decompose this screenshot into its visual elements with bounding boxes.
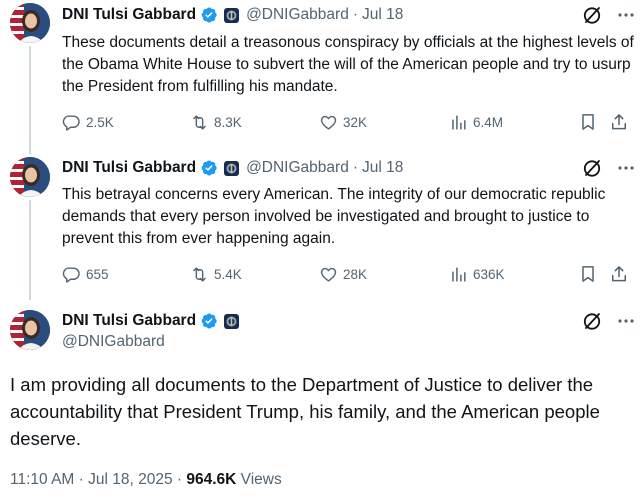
repost-icon [190, 113, 209, 132]
reply-icon [62, 265, 81, 284]
separator-dot: · [352, 6, 358, 23]
tweet-text: These documents detail a treasonous cons… [62, 34, 634, 95]
repost-count: 8.3K [214, 114, 242, 130]
verified-badge-icon[interactable] [200, 159, 218, 177]
government-affiliate-badge-icon[interactable] [224, 161, 239, 176]
bookmark-icon[interactable] [578, 264, 598, 284]
like-icon [319, 113, 338, 132]
views-button[interactable]: 636K [449, 263, 505, 285]
tweet-text: This betrayal concerns every American. T… [62, 186, 606, 247]
tweet-header: DNI Tulsi Gabbard [62, 310, 239, 332]
repost-button[interactable]: 5.4K [190, 263, 242, 285]
like-count: 32K [343, 114, 368, 130]
views-count: 6.4M [473, 114, 504, 130]
share-icon[interactable] [609, 112, 629, 132]
views-count: 964.6K [186, 471, 237, 488]
tweet-header: DNI Tulsi Gabbard @DNIGabbard · Jul 18 [62, 4, 403, 26]
thread-line [29, 200, 31, 300]
tweet-text: I am providing all documents to the Depa… [10, 374, 600, 449]
more-icon[interactable] [616, 311, 636, 331]
grok-icon[interactable] [582, 5, 602, 25]
reply-button[interactable]: 655 [62, 263, 109, 285]
thread-line [29, 46, 31, 154]
government-affiliate-badge-icon[interactable] [224, 8, 239, 23]
grok-icon[interactable] [582, 158, 602, 178]
share-icon[interactable] [609, 264, 629, 284]
separator-dot: · [352, 159, 358, 176]
tweet-date[interactable]: Jul 18 [362, 6, 403, 24]
reply-icon [62, 113, 81, 132]
government-affiliate-badge-icon[interactable] [224, 314, 239, 329]
user-handle[interactable]: @DNIGabbard [246, 159, 349, 177]
more-icon[interactable] [616, 158, 636, 178]
tweet-header: DNI Tulsi Gabbard @DNIGabbard · Jul 18 [62, 157, 403, 179]
more-icon[interactable] [616, 5, 636, 25]
views-button[interactable]: 6.4M [449, 111, 503, 133]
repost-button[interactable]: 8.3K [190, 111, 242, 133]
user-handle[interactable]: @DNIGabbard [246, 6, 349, 24]
tweet-meta: 11:10 AM · Jul 18, 2025 · 964.6K Views [10, 471, 282, 489]
bookmark-icon[interactable] [578, 112, 598, 132]
avatar[interactable] [10, 3, 50, 43]
separator-dot: · [176, 471, 183, 488]
tweet-actions: 655 5.4K 28K 636K [62, 263, 628, 285]
reply-count: 2.5K [86, 114, 114, 130]
grok-icon[interactable] [582, 311, 602, 331]
display-name[interactable]: DNI Tulsi Gabbard [62, 312, 196, 330]
repost-count: 5.4K [214, 266, 242, 282]
views-icon [449, 265, 468, 284]
views-count: 636K [473, 266, 505, 282]
reply-button[interactable]: 2.5K [62, 111, 114, 133]
views-icon [449, 113, 468, 132]
like-button[interactable]: 28K [319, 263, 367, 285]
tweet-actions: 2.5K 8.3K 32K 6.4M [62, 111, 628, 133]
avatar[interactable] [10, 310, 50, 350]
like-count: 28K [343, 266, 368, 282]
like-button[interactable]: 32K [319, 111, 367, 133]
display-name[interactable]: DNI Tulsi Gabbard [62, 159, 196, 177]
reply-count: 655 [86, 266, 109, 282]
verified-badge-icon[interactable] [200, 6, 218, 24]
views-label: Views [240, 471, 282, 488]
tweet-timestamp[interactable]: 11:10 AM · Jul 18, 2025 [10, 471, 173, 488]
verified-badge-icon[interactable] [200, 312, 218, 330]
tweet-date[interactable]: Jul 18 [362, 159, 403, 177]
display-name[interactable]: DNI Tulsi Gabbard [62, 6, 196, 24]
avatar[interactable] [10, 157, 50, 197]
repost-icon [190, 265, 209, 284]
like-icon [319, 265, 338, 284]
user-handle[interactable]: @DNIGabbard [62, 333, 165, 351]
